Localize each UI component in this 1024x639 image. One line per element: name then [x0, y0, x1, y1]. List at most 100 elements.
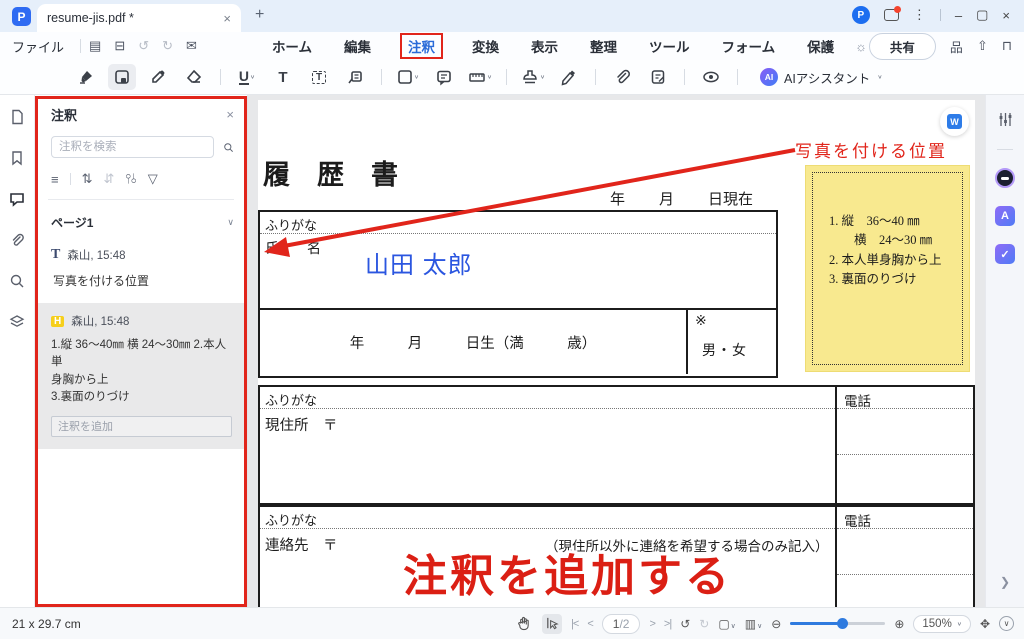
close-button[interactable]: × [1002, 8, 1010, 23]
page-number-box[interactable]: 1/2 [602, 614, 641, 634]
zoom-slider-thumb[interactable] [837, 618, 848, 629]
new-tab-button[interactable]: + [255, 6, 264, 24]
minimize-button[interactable]: – [955, 8, 962, 23]
fullscreen-icon[interactable]: ✥ [980, 617, 990, 631]
zoom-slider[interactable] [790, 622, 885, 625]
photo-note-line: 横 24〜30 ㎜ [829, 231, 942, 250]
rotate-left-icon[interactable]: ↺ [680, 617, 690, 631]
menu-file[interactable]: ファイル [12, 37, 64, 56]
sort-icon[interactable]: ⇅ [82, 171, 93, 187]
page-size-label: 21 x 29.7 cm [12, 617, 81, 631]
feedback-icon[interactable] [884, 9, 899, 21]
ai-tasks-icon[interactable]: ✓ [995, 244, 1015, 264]
divider [80, 39, 81, 53]
ai-assistant-button[interactable]: AI AIアシスタント ∨ [760, 68, 882, 87]
furigana-row: ふりがな [260, 507, 835, 529]
previous-page-icon[interactable]: < [587, 618, 592, 630]
ai-chat-icon[interactable] [995, 168, 1015, 188]
rotate-right-icon[interactable]: ↻ [699, 617, 709, 631]
chevron-down-icon[interactable]: ∨ [227, 217, 234, 228]
attachments-panel-icon[interactable] [9, 232, 25, 251]
photo-position-annotation-text[interactable]: 写真を付ける位置 [795, 137, 947, 162]
comment-body-line: 3.裏面のりづけ [51, 389, 232, 406]
last-page-icon[interactable]: >| [664, 618, 671, 630]
redo-icon[interactable]: ↻ [162, 38, 173, 54]
comment-item-text[interactable]: T 森山, 15:48 写真を付ける位置 [51, 247, 234, 289]
layers-panel-icon[interactable] [9, 314, 25, 333]
zoom-in-icon[interactable]: ⊕ [894, 617, 904, 631]
cloud-upload-icon[interactable]: ⇧ [977, 38, 988, 54]
collapse-statusbar-icon[interactable]: ∨ [999, 616, 1014, 631]
menu-form[interactable]: フォーム [719, 34, 779, 58]
email-icon[interactable]: ✉ [186, 38, 197, 54]
typewriter-text-icon[interactable]: T [269, 64, 297, 90]
sticky-note-tool-icon[interactable] [108, 64, 136, 90]
collaborate-icon[interactable]: 品 [950, 37, 963, 56]
stamp-tool-icon[interactable]: ∨ [519, 64, 547, 90]
menu-home[interactable]: ホーム [269, 34, 315, 58]
reading-mode-icon[interactable]: ▥∨ [745, 617, 762, 631]
signature-icon[interactable] [555, 64, 583, 90]
properties-icon[interactable] [997, 111, 1014, 131]
photo-highlight-annotation[interactable]: 1. 縦 36〜40 ㎜ 横 24〜30 ㎜ 2. 本人単身胸から上 3. 裏面… [805, 165, 970, 372]
select-tool-icon[interactable] [542, 614, 562, 634]
save-icon[interactable]: ▤ [89, 38, 101, 54]
notes-list-icon[interactable] [644, 64, 672, 90]
page-sort-icon[interactable]: ⇵ [104, 171, 115, 187]
thumbnails-panel-icon[interactable] [9, 109, 25, 128]
measure-tool-icon[interactable]: ∨ [466, 64, 494, 90]
menu-protect[interactable]: 保護 [804, 34, 837, 58]
add-annotation-reply-input[interactable] [51, 416, 232, 437]
panel-close-icon[interactable]: × [226, 107, 234, 122]
convert-to-word-button[interactable]: W [940, 107, 969, 136]
page-layout-icon[interactable]: ▢∨ [718, 617, 735, 631]
shape-tool-icon[interactable]: ∨ [394, 64, 422, 90]
highlighter-icon[interactable] [72, 64, 100, 90]
page-group-header[interactable]: ページ1 ∨ [51, 214, 234, 231]
undo-icon[interactable]: ↺ [138, 38, 149, 54]
menu-organize[interactable]: 整理 [587, 34, 620, 58]
search-icon[interactable] [223, 140, 234, 155]
document-viewport[interactable]: 履 歴 書 年月日現在 ふりがな 氏 名 山田 太郎 年 月 日生（満 歳） ※… [248, 95, 985, 607]
menu-edit[interactable]: 編集 [341, 34, 374, 58]
comment-balloon-icon[interactable] [430, 64, 458, 90]
whats-new-icon[interactable]: ☼ [855, 39, 867, 54]
menu-tools[interactable]: ツール [646, 34, 693, 58]
typed-name-annotation[interactable]: 山田 太郎 [365, 245, 473, 280]
next-page-icon[interactable]: > [649, 618, 654, 630]
zoom-out-icon[interactable]: ⊖ [771, 617, 781, 631]
tab-close-icon[interactable]: × [223, 11, 231, 26]
print-icon[interactable]: ⊟ [114, 38, 125, 54]
more-menu-icon[interactable]: ⋮ [913, 7, 926, 23]
menu-comment-active[interactable]: 注釈 [400, 33, 443, 59]
text-box-icon[interactable]: T [305, 64, 333, 90]
phone-label: 電話 [837, 507, 973, 529]
expand-list-icon[interactable]: ≡ [51, 172, 59, 187]
attachment-icon[interactable] [608, 64, 636, 90]
eraser-icon[interactable] [180, 64, 208, 90]
menu-view[interactable]: 表示 [528, 34, 561, 58]
callout-icon[interactable] [341, 64, 369, 90]
underline-tool-icon[interactable]: U∨ [233, 64, 261, 90]
pdf-page[interactable]: 履 歴 書 年月日現在 ふりがな 氏 名 山田 太郎 年 月 日生（満 歳） ※… [258, 100, 975, 607]
translate-icon[interactable]: A [995, 206, 1015, 226]
comments-panel-icon[interactable] [9, 191, 25, 210]
status-sort-icon[interactable]: ⫯⫰ [125, 171, 136, 187]
maximize-button[interactable]: ▢ [976, 7, 988, 23]
document-tab[interactable]: resume-jis.pdf * × [37, 4, 241, 32]
zoom-level-select[interactable]: 150%∨ [913, 615, 971, 633]
pencil-icon[interactable] [144, 64, 172, 90]
first-page-icon[interactable]: |< [571, 618, 578, 630]
show-hide-annotations-icon[interactable] [697, 64, 725, 90]
collapse-toolbar-icon[interactable]: ⊓ [1002, 38, 1012, 54]
annotation-search-input[interactable] [51, 136, 214, 158]
share-button[interactable]: 共有 [869, 33, 936, 60]
filter-icon[interactable]: ▽ [148, 171, 158, 187]
account-logo-icon[interactable]: P [852, 6, 870, 24]
search-panel-icon[interactable] [9, 273, 25, 292]
hand-tool-icon[interactable] [513, 614, 533, 634]
comment-item-highlight-selected[interactable]: H 森山, 15:48 1.縦 36〜40㎜ 横 24〜30㎜ 2.本人単 身胸… [38, 303, 244, 449]
bookmarks-panel-icon[interactable] [9, 150, 25, 169]
chevron-right-icon[interactable]: ❯ [1000, 575, 1010, 589]
menu-convert[interactable]: 変換 [469, 34, 502, 58]
